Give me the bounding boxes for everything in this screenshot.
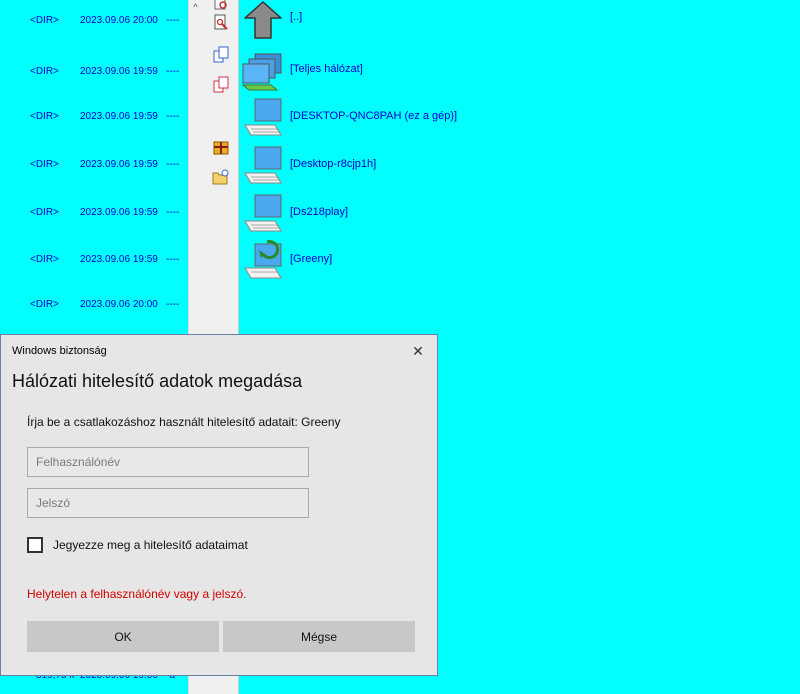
pack-files-icon[interactable]: [212, 138, 230, 156]
file-row[interactable]: <DIR> 2023.09.06 19:59 ----: [0, 111, 188, 127]
dialog-heading: Hálózati hitelesítő adatok megadása: [12, 371, 303, 391]
credentials-dialog: Windows biztonság ✕ Hálózati hitelesítő …: [0, 334, 438, 676]
file-date: 2023.09.06 19:59: [80, 254, 158, 265]
file-size: <DIR>: [30, 254, 59, 265]
file-attr: ----: [166, 159, 180, 170]
network-item-computer[interactable]: [Greeny]: [239, 240, 539, 286]
file-size: <DIR>: [30, 299, 59, 310]
computer-refresh-icon: [241, 240, 285, 284]
network-item-label: [Teljes hálózat]: [290, 63, 363, 75]
username-field[interactable]: [27, 447, 309, 477]
network-item-computer[interactable]: [DESKTOP-QNC8PAH (ez a gép)]: [239, 97, 539, 143]
new-folder-icon[interactable]: [212, 168, 230, 186]
remember-label: Jegyezze meg a hitelesítő adataimat: [53, 538, 248, 552]
file-attr: ----: [166, 111, 180, 122]
network-item-label: [..]: [290, 11, 303, 23]
file-attr: ----: [166, 254, 180, 265]
password-field[interactable]: [27, 488, 309, 518]
file-size: <DIR>: [30, 15, 59, 26]
network-item-computer[interactable]: [Desktop-r8cjp1h]: [239, 145, 539, 191]
cancel-button[interactable]: Mégse: [223, 621, 415, 652]
file-date: 2023.09.06 20:00: [80, 299, 158, 310]
checkbox-box[interactable]: [27, 537, 43, 553]
close-icon[interactable]: ✕: [407, 341, 429, 361]
file-date: 2023.09.06 19:59: [80, 159, 158, 170]
file-row[interactable]: <DIR> 2023.09.06 20:00 ----: [0, 299, 188, 315]
file-date: 2023.09.06 19:59: [80, 66, 158, 77]
network-item-entire-network[interactable]: [Teljes hálózat]: [239, 50, 539, 96]
move-icon[interactable]: [212, 76, 230, 94]
file-attr: ----: [166, 207, 180, 218]
up-arrow-icon: [241, 0, 285, 42]
ok-button[interactable]: OK: [27, 621, 219, 652]
file-row[interactable]: <DIR> 2023.09.06 19:59 ----: [0, 159, 188, 175]
file-row[interactable]: <DIR> 2023.09.06 19:59 ----: [0, 207, 188, 223]
network-item-label: [Greeny]: [290, 253, 333, 265]
network-item-computer[interactable]: [Ds218play]: [239, 193, 539, 239]
file-size: <DIR>: [30, 207, 59, 218]
file-row[interactable]: <DIR> 2023.09.06 20:00 ----: [0, 15, 188, 31]
file-row[interactable]: <DIR> 2023.09.06 19:59 ----: [0, 66, 188, 82]
file-size: <DIR>: [30, 159, 59, 170]
computer-icon: [241, 193, 285, 237]
scroll-up-arrow-icon[interactable]: ^: [189, 0, 202, 14]
file-attr: ----: [166, 299, 180, 310]
dialog-description: Írja be a csatlakozáshoz használt hitele…: [27, 415, 341, 429]
file-date: 2023.09.06 19:59: [80, 207, 158, 218]
find-files-icon[interactable]: [212, 0, 230, 12]
computer-icon: [241, 97, 285, 141]
file-row[interactable]: <DIR> 2023.09.06 19:59 ----: [0, 254, 188, 270]
file-size: <DIR>: [30, 111, 59, 122]
file-attr: ----: [166, 15, 180, 26]
computer-icon: [241, 145, 285, 189]
copy-icon[interactable]: [212, 46, 230, 64]
network-item-parent[interactable]: [..]: [239, 0, 539, 44]
file-date: 2023.09.06 19:59: [80, 111, 158, 122]
file-attr: ----: [166, 66, 180, 77]
network-computers-icon: [241, 50, 285, 94]
view-file-icon[interactable]: [212, 14, 230, 32]
file-size: <DIR>: [30, 66, 59, 77]
network-item-label: [Ds218play]: [290, 206, 349, 218]
network-item-label: [DESKTOP-QNC8PAH (ez a gép)]: [290, 110, 458, 122]
file-date: 2023.09.06 20:00: [80, 15, 158, 26]
dialog-window-title: Windows biztonság: [12, 345, 107, 357]
network-item-label: [Desktop-r8cjp1h]: [290, 158, 377, 170]
error-message: Helytelen a felhasználónév vagy a jelszó…: [27, 587, 247, 601]
